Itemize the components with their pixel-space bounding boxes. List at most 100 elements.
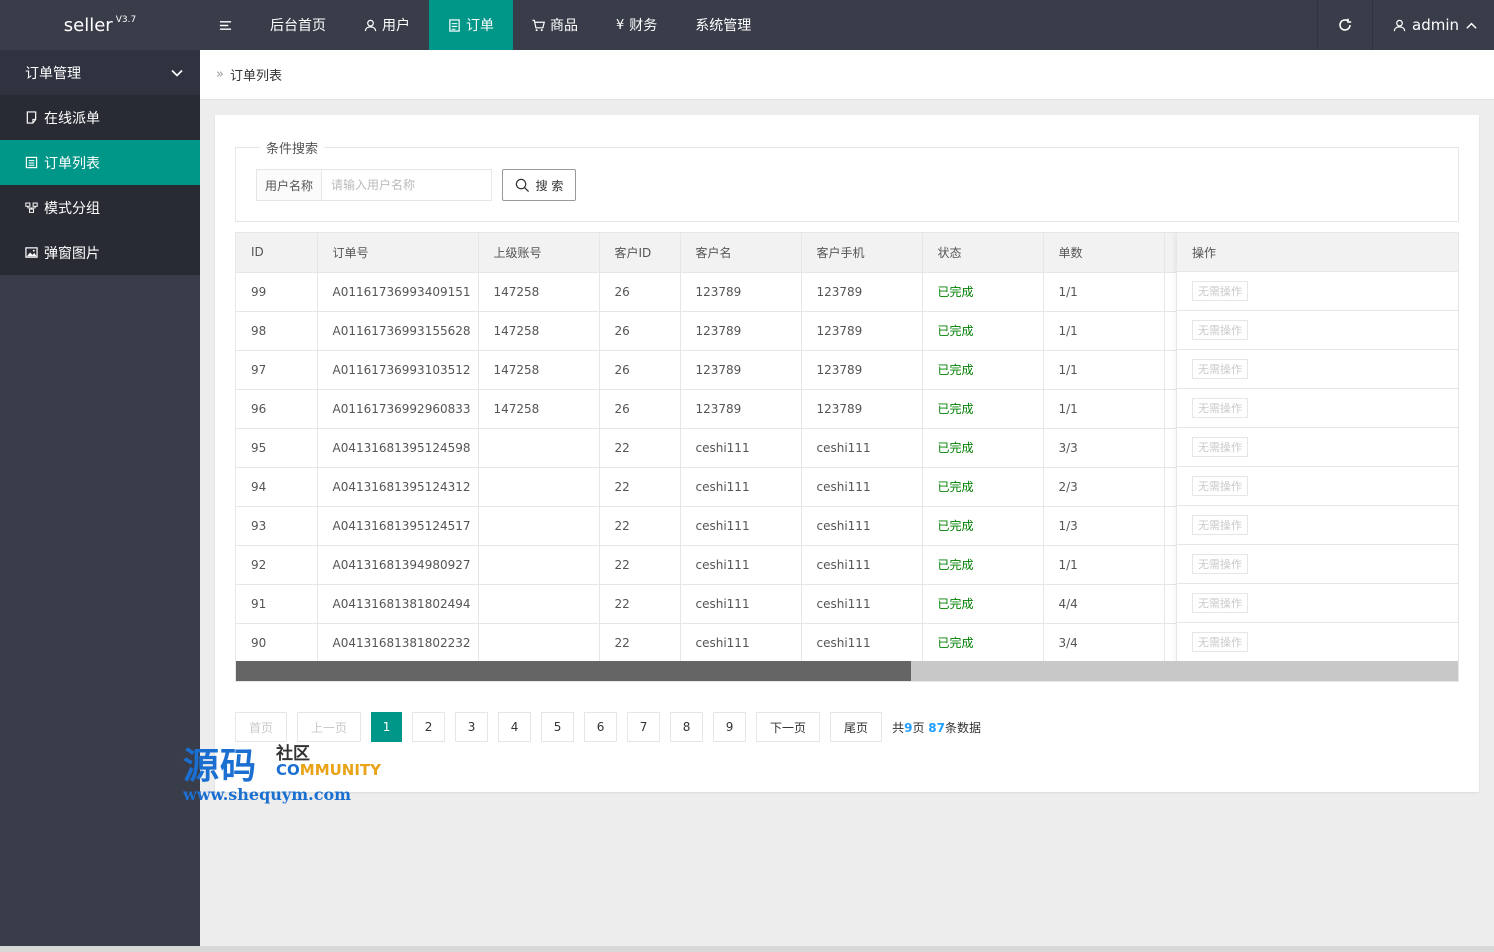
user-icon bbox=[1393, 19, 1406, 31]
table-cell: 93 bbox=[236, 506, 318, 546]
column-header[interactable]: 单数 bbox=[1043, 233, 1165, 273]
table-cell: 22 bbox=[599, 506, 681, 546]
table-cell: 147258 bbox=[478, 311, 600, 351]
nav-users[interactable]: 用户 bbox=[345, 0, 429, 50]
search-legend: 条件搜索 bbox=[260, 138, 325, 157]
sidebar-item-order-list[interactable]: 订单列表 bbox=[0, 140, 200, 185]
search-button[interactable]: 搜 索 bbox=[502, 169, 576, 201]
order-table-wrapper: ID 订单号 上级账号 客户ID 客户名 客户手机 状态 单数 99 A01161… bbox=[235, 232, 1459, 682]
nav-orders[interactable]: 订单 bbox=[429, 0, 513, 50]
fixed-action-column: 操作 无需操作 无需操作 无需操作 无需操作 无需操作 无需操作 无需操作 无需操作 无需操作无… bbox=[1176, 233, 1458, 662]
sidebar-item-label: 在线派单 bbox=[44, 110, 100, 127]
column-header[interactable]: 订单号 bbox=[317, 233, 479, 273]
page-number-button[interactable]: 6 bbox=[584, 712, 618, 742]
table-cell bbox=[478, 467, 600, 507]
app-version: V3.7 bbox=[115, 15, 137, 25]
page-number-button[interactable]: 7 bbox=[627, 712, 661, 742]
top-navbar: seller V3.7 后台首页 用户 订单 商品 ¥ 财务 系统管理 admi… bbox=[0, 0, 1494, 50]
no-action-button: 无需操作 bbox=[1192, 632, 1248, 652]
column-header[interactable]: ID bbox=[236, 233, 318, 273]
sidebar-group-orders[interactable]: 订单管理 bbox=[0, 50, 200, 95]
page-number-button[interactable]: 2 bbox=[412, 712, 446, 742]
no-action-button: 无需操作 bbox=[1192, 281, 1248, 301]
sidebar-item-mode-group[interactable]: 模式分组 bbox=[0, 185, 200, 230]
action-cell: 无需操作 bbox=[1177, 350, 1458, 389]
column-header[interactable]: 客户名 bbox=[680, 233, 802, 273]
watermark-url: www.shequym.com bbox=[183, 785, 352, 804]
table-cell: A04131681394980927 bbox=[317, 545, 479, 585]
nav-products[interactable]: 商品 bbox=[513, 0, 597, 50]
action-cell: 无需操作 bbox=[1177, 389, 1458, 428]
page-number-button[interactable]: 9 bbox=[713, 712, 747, 742]
horizontal-scrollbar[interactable] bbox=[236, 661, 1458, 681]
username-search-input[interactable] bbox=[322, 169, 492, 201]
page-info: 共9页 87条数据 bbox=[892, 719, 981, 736]
table-cell: 147258 bbox=[478, 272, 600, 312]
table-cell: 4/4 bbox=[1043, 584, 1165, 624]
breadcrumb: » 订单列表 bbox=[200, 50, 1494, 100]
watermark-community-a: CO bbox=[276, 761, 300, 779]
table-cell: 26 bbox=[599, 272, 681, 312]
action-cell: 无需操作 bbox=[1177, 623, 1458, 662]
sidebar-item-popup-image[interactable]: 弹窗图片 bbox=[0, 230, 200, 275]
column-header[interactable]: 状态 bbox=[922, 233, 1044, 273]
search-icon bbox=[515, 178, 529, 192]
table-cell: 92 bbox=[236, 545, 318, 585]
no-action-button: 无需操作 bbox=[1192, 593, 1248, 613]
chevron-down-icon bbox=[171, 69, 183, 77]
column-header[interactable]: 客户手机 bbox=[801, 233, 923, 273]
nav-home-label: 后台首页 bbox=[270, 18, 326, 34]
sidebar-item-online-dispatch[interactable]: 在线派单 bbox=[0, 95, 200, 140]
table-cell bbox=[478, 623, 600, 663]
table-cell: 123789 bbox=[680, 272, 802, 312]
menu-toggle-button[interactable] bbox=[200, 0, 251, 50]
table-cell: A04131681381802232 bbox=[317, 623, 479, 663]
page-number-button[interactable]: 3 bbox=[455, 712, 489, 742]
page-number-button[interactable]: 5 bbox=[541, 712, 575, 742]
user-menu[interactable]: admin bbox=[1372, 0, 1494, 50]
table-cell: 123789 bbox=[680, 389, 802, 429]
last-page-button[interactable]: 尾页 bbox=[830, 712, 883, 742]
table-cell: 123789 bbox=[801, 389, 923, 429]
table-cell: 98 bbox=[236, 311, 318, 351]
sidebar-group-label: 订单管理 bbox=[25, 65, 81, 82]
table-cell: 147258 bbox=[478, 350, 600, 390]
table-cell: 123789 bbox=[680, 311, 802, 351]
scrollbar-thumb[interactable] bbox=[236, 661, 911, 681]
nav-system[interactable]: 系统管理 bbox=[676, 0, 770, 50]
user-icon bbox=[364, 19, 377, 31]
table-cell: 1/1 bbox=[1043, 311, 1165, 351]
page-number-button[interactable]: 4 bbox=[498, 712, 532, 742]
table-cell: 94 bbox=[236, 467, 318, 507]
table-cell: 22 bbox=[599, 623, 681, 663]
next-page-button[interactable]: 下一页 bbox=[756, 712, 821, 742]
nav-finance[interactable]: ¥ 财务 bbox=[597, 0, 676, 50]
table-cell: ceshi111 bbox=[801, 428, 923, 468]
column-header[interactable]: 客户ID bbox=[599, 233, 681, 273]
nav-home[interactable]: 后台首页 bbox=[251, 0, 345, 50]
table-cell: 96 bbox=[236, 389, 318, 429]
bottom-strip bbox=[0, 946, 1494, 952]
menu-icon bbox=[219, 20, 232, 30]
status-cell: 已完成 bbox=[922, 506, 1044, 546]
table-cell: 1/1 bbox=[1043, 350, 1165, 390]
action-cell: 无需操作 bbox=[1177, 584, 1458, 623]
action-cell: 无需操作 bbox=[1177, 506, 1458, 545]
page-info-mid: 页 bbox=[912, 720, 925, 735]
sidebar-item-label: 弹窗图片 bbox=[44, 245, 100, 262]
column-header[interactable]: 上级账号 bbox=[478, 233, 600, 273]
status-cell: 已完成 bbox=[922, 389, 1044, 429]
table-cell: ceshi111 bbox=[801, 467, 923, 507]
app-logo[interactable]: seller V3.7 bbox=[0, 0, 200, 50]
sidebar-item-label: 模式分组 bbox=[44, 200, 100, 217]
action-cell: 无需操作 bbox=[1177, 467, 1458, 506]
nav-finance-label: 财务 bbox=[629, 18, 658, 34]
action-cell: 无需操作 bbox=[1177, 311, 1458, 350]
table-cell: ceshi111 bbox=[801, 506, 923, 546]
document-icon bbox=[449, 18, 460, 32]
page-number-button[interactable]: 8 bbox=[670, 712, 704, 742]
refresh-button[interactable] bbox=[1317, 0, 1372, 50]
table-cell: 147258 bbox=[478, 389, 600, 429]
table-cell: 26 bbox=[599, 389, 681, 429]
table-cell: 22 bbox=[599, 584, 681, 624]
